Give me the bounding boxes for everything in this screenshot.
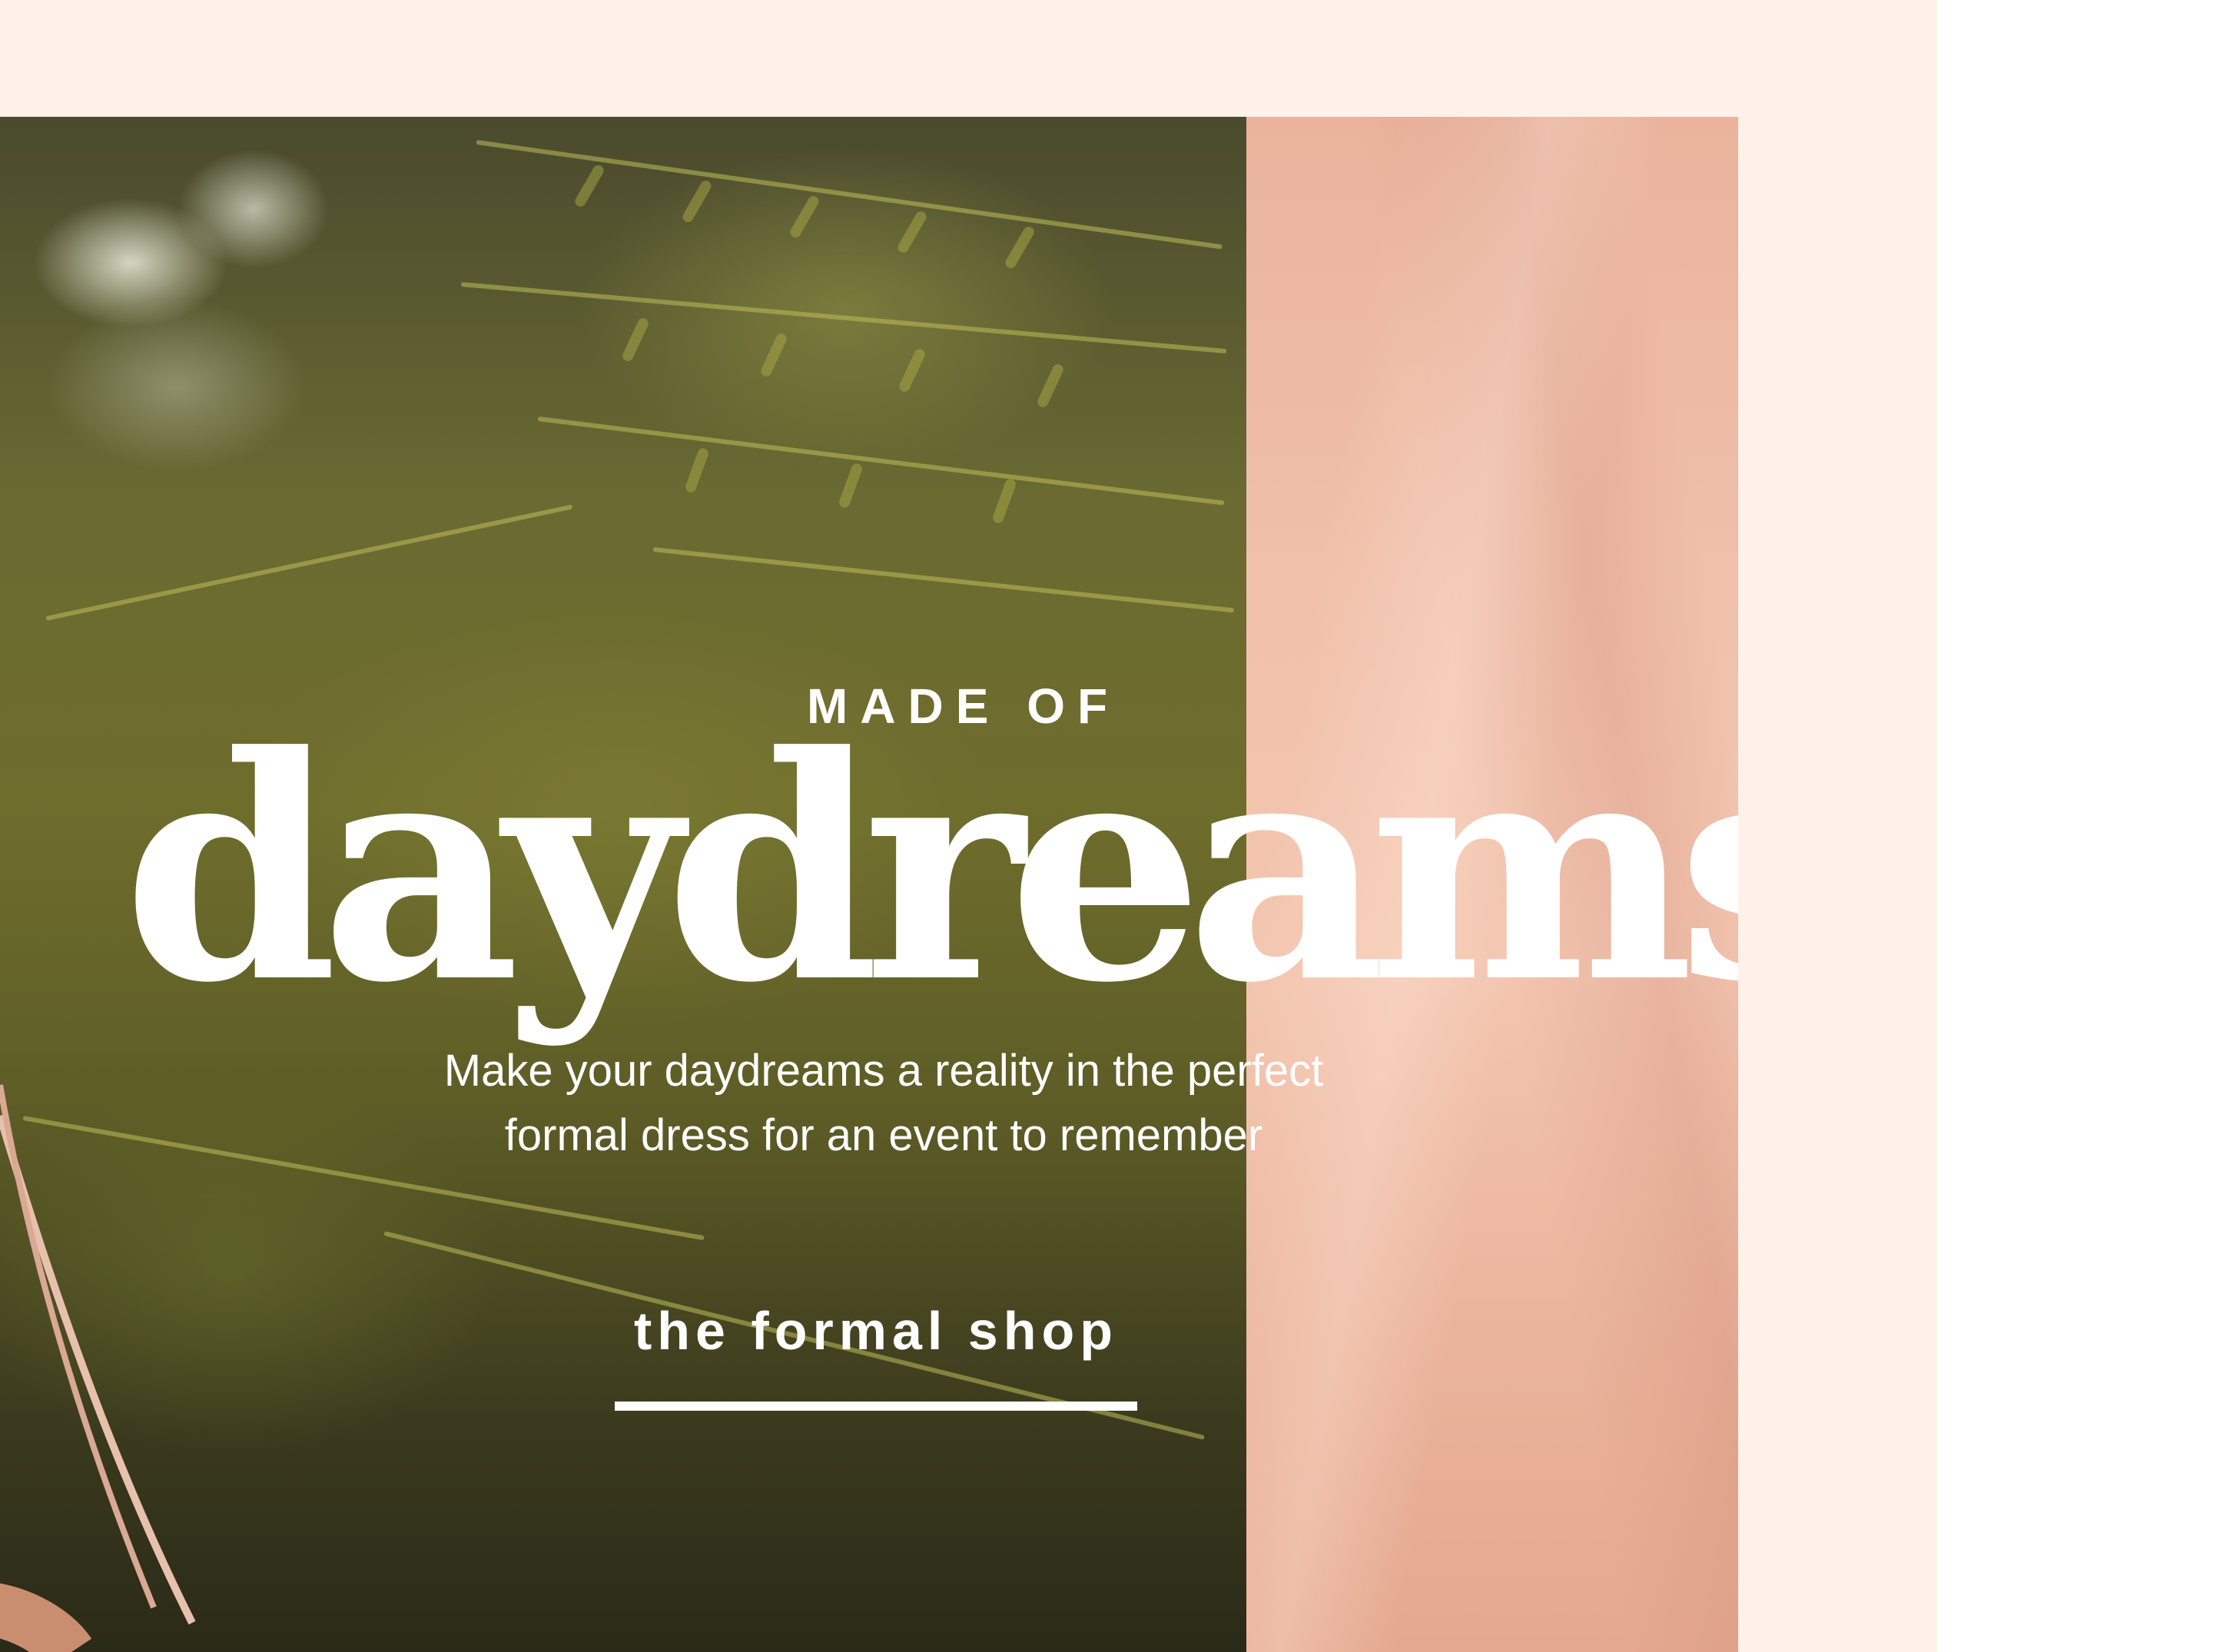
hero-banner: MADE OF daydreams Make your daydreams a … [0,117,1738,1652]
hero-subcopy-line: Make your daydreams a reality in the per… [443,1046,1324,1096]
hero-subcopy-line: formal dress for an event to remember [504,1110,1263,1160]
hero-subcopy: Make your daydreams a reality in the per… [269,1039,1498,1168]
hero-text-block: MADE OF daydreams Make your daydreams a … [0,117,1738,1652]
cta-underline [615,1402,1137,1411]
hero-headline: daydreams [123,689,1738,1050]
formal-shop-link[interactable]: the formal shop [607,1300,1145,1362]
